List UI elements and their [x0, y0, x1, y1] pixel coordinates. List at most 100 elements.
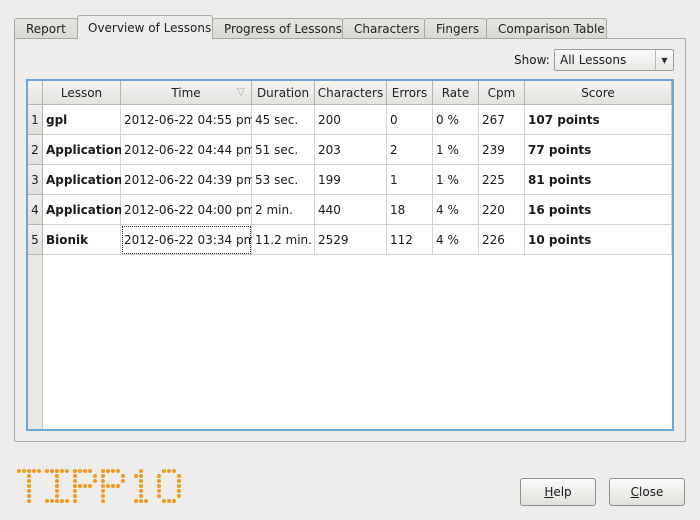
table-cell-rate[interactable]: 1 %: [433, 165, 479, 195]
row-header[interactable]: 2: [28, 135, 43, 165]
column-header-lesson[interactable]: Lesson: [43, 81, 121, 105]
logo-dot: [139, 474, 143, 478]
row-header[interactable]: 5: [28, 225, 43, 255]
logo-dot: [78, 469, 82, 473]
column-header-rate[interactable]: Rate: [433, 81, 479, 105]
table-cell-rate[interactable]: 4 %: [433, 195, 479, 225]
logo-dot: [73, 494, 77, 498]
logo-dot: [111, 484, 115, 488]
tab-report[interactable]: Report: [14, 18, 78, 39]
logo-dot: [88, 469, 92, 473]
table-cell-errors[interactable]: 1: [387, 165, 433, 195]
logo-dot: [116, 484, 120, 488]
logo-dot: [73, 499, 77, 503]
row-header[interactable]: 1: [28, 105, 43, 135]
logo-dot: [177, 494, 181, 498]
logo-dot: [139, 499, 143, 503]
table-cell-errors[interactable]: 0: [387, 105, 433, 135]
logo-dot: [93, 474, 97, 478]
table-cell-score[interactable]: 10 points: [525, 225, 672, 255]
table-cell-cpm[interactable]: 225: [479, 165, 525, 195]
row-header[interactable]: 3: [28, 165, 43, 195]
logo-dot: [157, 494, 161, 498]
table-cell-lesson[interactable]: Application: [43, 135, 123, 165]
table-corner-button[interactable]: [28, 81, 43, 105]
logo-dot: [139, 494, 143, 498]
logo-dot: [139, 484, 143, 488]
table-cell-rate[interactable]: 0 %: [433, 105, 479, 135]
tipp10-logo: [16, 468, 186, 507]
table-cell-time[interactable]: 2012-06-22 04:44 pm: [121, 135, 255, 165]
lessons-table[interactable]: Lesson Time ▽ Duration Characters Errors…: [26, 79, 674, 431]
table-cell-time[interactable]: 2012-06-22 04:55 pm: [121, 105, 255, 135]
table-cell-cpm[interactable]: 220: [479, 195, 525, 225]
table-cell-errors[interactable]: 18: [387, 195, 433, 225]
logo-dot: [106, 484, 110, 488]
logo-dot: [177, 479, 181, 483]
logo-dot: [101, 494, 105, 498]
table-cell-score[interactable]: 107 points: [525, 105, 672, 135]
table-cell-cpm[interactable]: 226: [479, 225, 525, 255]
table-cell-time[interactable]: 2012-06-22 04:00 pm: [121, 195, 255, 225]
logo-dot: [73, 484, 77, 488]
table-cell-score[interactable]: 16 points: [525, 195, 672, 225]
row-header[interactable]: 4: [28, 195, 43, 225]
table-cell-duration[interactable]: 11.2 min.: [252, 225, 315, 255]
table-cell-rate[interactable]: 1 %: [433, 135, 479, 165]
table-cell-lesson[interactable]: Application: [43, 165, 123, 195]
logo-dot: [83, 469, 87, 473]
table-cell-rate[interactable]: 4 %: [433, 225, 479, 255]
logo-dot: [55, 479, 59, 483]
logo-dot: [17, 469, 21, 473]
logo-dot: [27, 469, 31, 473]
logo-dot: [73, 479, 77, 483]
logo-dot: [22, 469, 26, 473]
table-cell-cpm[interactable]: 267: [479, 105, 525, 135]
table-cell-score[interactable]: 77 points: [525, 135, 672, 165]
column-header-duration[interactable]: Duration: [252, 81, 315, 105]
table-cell-score[interactable]: 81 points: [525, 165, 672, 195]
table-cell-characters[interactable]: 203: [315, 135, 387, 165]
tab-overview-of-lessons[interactable]: Overview of Lessons: [77, 15, 213, 39]
chevron-down-icon[interactable]: ▼: [655, 50, 673, 70]
table-cell-time-focused[interactable]: 2012-06-22 03:34 pm: [121, 225, 255, 255]
help-button[interactable]: Help: [520, 478, 596, 506]
table-cell-characters[interactable]: 199: [315, 165, 387, 195]
logo-dot: [27, 474, 31, 478]
table-cell-cpm[interactable]: 239: [479, 135, 525, 165]
table-cell-duration[interactable]: 45 sec.: [252, 105, 315, 135]
table-cell-duration[interactable]: 51 sec.: [252, 135, 315, 165]
logo-dot: [167, 499, 171, 503]
table-cell-lesson[interactable]: Application: [43, 195, 123, 225]
help-label-rest: elp: [553, 485, 572, 499]
tipp10-logo-graphic: [17, 469, 181, 503]
logo-dot: [101, 484, 105, 488]
tab-characters[interactable]: Characters: [342, 18, 425, 39]
logo-dot: [157, 479, 161, 483]
tab-progress-of-lessons[interactable]: Progress of Lessons: [212, 18, 343, 39]
logo-dot: [157, 474, 161, 478]
tab-comparison-table[interactable]: Comparison Table: [486, 18, 607, 39]
logo-dot: [134, 474, 138, 478]
table-cell-duration[interactable]: 2 min.: [252, 195, 315, 225]
table-cell-errors[interactable]: 2: [387, 135, 433, 165]
logo-dot: [172, 469, 176, 473]
column-header-cpm[interactable]: Cpm: [479, 81, 525, 105]
close-button[interactable]: Close: [609, 478, 685, 506]
logo-dot: [83, 484, 87, 488]
table-cell-lesson[interactable]: gpl: [43, 105, 121, 135]
lesson-filter-select[interactable]: All Lessons ▼: [554, 49, 674, 71]
column-header-errors[interactable]: Errors: [387, 81, 433, 105]
logo-dot: [55, 494, 59, 498]
table-cell-characters[interactable]: 440: [315, 195, 387, 225]
tab-fingers[interactable]: Fingers: [424, 18, 487, 39]
table-cell-characters[interactable]: 2529: [315, 225, 387, 255]
column-header-score[interactable]: Score: [525, 81, 672, 105]
table-cell-lesson[interactable]: Bionik: [43, 225, 121, 255]
column-header-characters[interactable]: Characters: [315, 81, 387, 105]
table-cell-errors[interactable]: 112: [387, 225, 433, 255]
table-cell-duration[interactable]: 53 sec.: [252, 165, 315, 195]
table-cell-characters[interactable]: 200: [315, 105, 387, 135]
table-cell-time[interactable]: 2012-06-22 04:39 pm: [121, 165, 255, 195]
column-header-time[interactable]: Time ▽: [121, 81, 252, 105]
